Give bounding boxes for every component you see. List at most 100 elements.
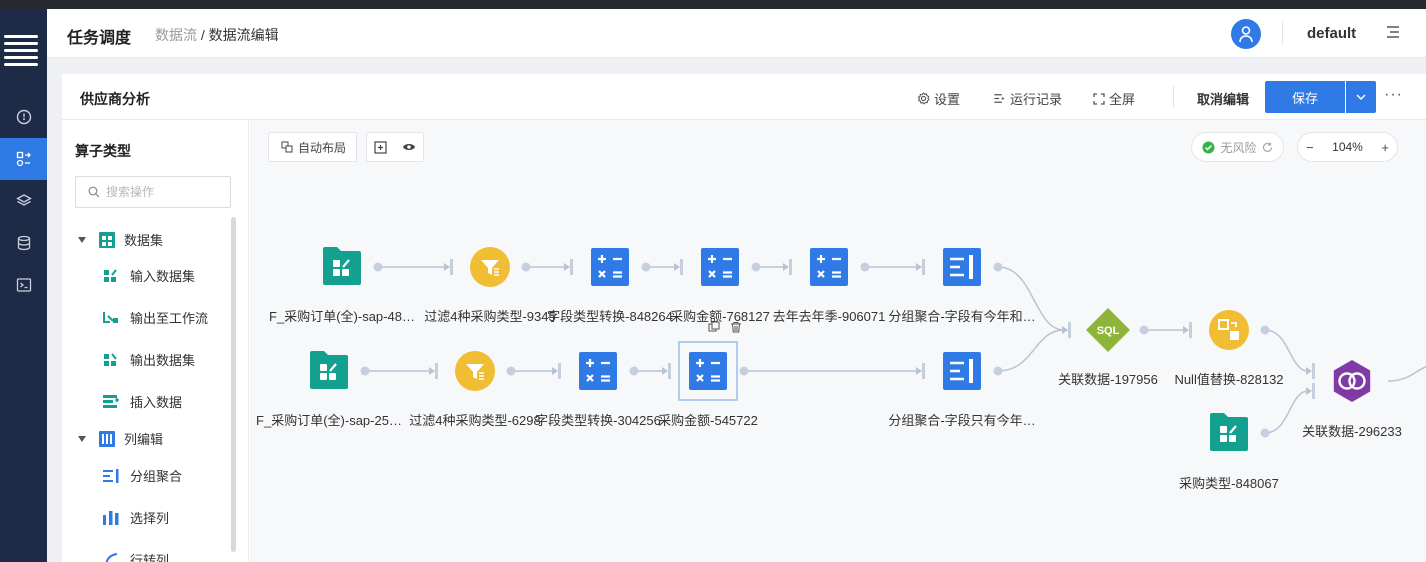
flow-node-filter-icon[interactable] — [454, 350, 496, 392]
edge-end-port[interactable] — [922, 259, 925, 275]
edge-end-port[interactable] — [1068, 322, 1071, 338]
edge-start-port[interactable] — [506, 366, 516, 376]
flow-node-calc-icon[interactable] — [589, 246, 631, 288]
edge-end-port[interactable] — [450, 259, 453, 275]
operator-insert-data[interactable]: 插入数据 — [102, 392, 182, 411]
edge-start-port[interactable] — [751, 262, 761, 272]
flow-node-dataset-icon[interactable] — [308, 349, 350, 391]
edge-start-port[interactable] — [1260, 325, 1270, 335]
edge-end-port[interactable] — [922, 363, 925, 379]
flow-graph: SQL — [308, 245, 1426, 453]
flow-node-calc-icon[interactable] — [577, 350, 619, 392]
input-dataset-icon — [104, 268, 117, 282]
flow-node-dataset-icon[interactable] — [321, 245, 363, 287]
edge-arrow — [552, 367, 558, 375]
edge-start-port[interactable] — [373, 262, 383, 272]
top-header: 任务调度 数据流 / 数据流编辑 default — [47, 9, 1426, 58]
node-label: 关联数据-197956 — [1058, 372, 1158, 387]
flow-title: 供应商分析 — [80, 91, 150, 107]
breadcrumb-current: 数据流编辑 — [208, 27, 279, 43]
flow-node-join-icon[interactable] — [1333, 360, 1371, 402]
fullscreen-button[interactable]: 全屏 — [1093, 89, 1135, 108]
node-label: 采购类型-848067 — [1179, 476, 1279, 491]
flow-node-group-icon[interactable] — [941, 350, 983, 392]
rail-dashboard-icon[interactable] — [0, 96, 47, 138]
edge-end-port[interactable] — [1312, 383, 1315, 399]
header-divider — [1282, 21, 1283, 45]
flow-node-group-icon[interactable] — [941, 246, 983, 288]
operator-output-dataset[interactable]: 输出数据集 — [102, 350, 195, 369]
breadcrumb: 数据流 / 数据流编辑 — [155, 25, 279, 45]
run-records-button[interactable]: 运行记录 — [993, 89, 1062, 108]
operator-group-aggregate[interactable]: 分组聚合 — [102, 466, 182, 485]
select-columns-icon — [103, 510, 119, 525]
edge-end-port[interactable] — [680, 259, 683, 275]
toolbar-divider — [1173, 86, 1174, 108]
edge-start-port[interactable] — [993, 262, 1003, 272]
edge-start-port[interactable] — [521, 262, 531, 272]
operator-output-workflow[interactable]: 输出至工作流 — [102, 308, 208, 327]
edge-end-port[interactable] — [435, 363, 438, 379]
flow-node-calc-icon[interactable] — [699, 246, 741, 288]
edge-arrow — [1062, 326, 1068, 334]
operator-row-to-column[interactable]: 行转列 — [102, 550, 169, 562]
flow-node-replace-icon[interactable] — [1209, 310, 1249, 350]
rail-layers-icon[interactable] — [0, 180, 47, 222]
cancel-edit-button[interactable]: 取消编辑 — [1197, 89, 1249, 108]
edge-arrow — [916, 263, 922, 271]
more-options-button[interactable]: ··· — [1384, 86, 1403, 104]
edge-end-port[interactable] — [1189, 322, 1192, 338]
rail-database-icon[interactable] — [0, 222, 47, 264]
edge-start-port[interactable] — [1260, 428, 1270, 438]
flow-node-dataset-icon[interactable] — [1208, 411, 1250, 453]
user-avatar-icon[interactable] — [1231, 19, 1261, 49]
search-icon — [88, 186, 100, 198]
operator-label: 行转列 — [130, 553, 170, 562]
edge-start-port[interactable] — [641, 262, 651, 272]
node-label: 过滤4种采购类型-9345 — [424, 309, 556, 324]
search-input[interactable] — [106, 185, 216, 199]
edge-arrow — [1183, 326, 1189, 334]
node-label: F_采购订单(全)-sap-48… — [269, 309, 415, 324]
flow-canvas[interactable]: 自动布局 无风险 − 104% + SQL F_采购订单(全)-sap-48… … — [250, 120, 1426, 562]
breadcrumb-separator: / — [197, 27, 209, 43]
edge-start-port[interactable] — [739, 366, 749, 376]
run-records-label: 运行记录 — [1010, 92, 1063, 107]
edge-start-port[interactable] — [993, 366, 1003, 376]
rail-terminal-icon[interactable] — [0, 264, 47, 306]
menu-icon[interactable] — [1385, 24, 1401, 40]
settings-button[interactable]: 设置 — [917, 89, 960, 108]
edge-start-port[interactable] — [629, 366, 639, 376]
save-button[interactable]: 保存 — [1265, 81, 1345, 113]
operator-input-dataset[interactable]: 输入数据集 — [102, 266, 195, 285]
edge-end-port[interactable] — [558, 363, 561, 379]
edge-end-port[interactable] — [789, 259, 792, 275]
user-name[interactable]: default — [1307, 25, 1356, 42]
operator-select-columns[interactable]: 选择列 — [102, 508, 169, 527]
panel-toolbar: 供应商分析 设置 运行记录 全屏 取消编辑 保存 ··· — [62, 74, 1426, 120]
edge-start-port[interactable] — [860, 262, 870, 272]
flow-node-sql-icon[interactable]: SQL — [1086, 308, 1130, 352]
edge-arrow — [674, 263, 680, 271]
flow-node-calc-icon[interactable] — [678, 341, 738, 401]
fullscreen-label: 全屏 — [1109, 92, 1136, 107]
operator-search[interactable] — [75, 176, 231, 208]
edge-end-port[interactable] — [570, 259, 573, 275]
breadcrumb-parent-link[interactable]: 数据流 — [155, 27, 197, 43]
rail-dataflow-icon[interactable] — [0, 138, 47, 180]
node-label: F_采购订单(全)-sap-25… — [256, 413, 402, 428]
flow-node-filter-icon[interactable] — [469, 246, 511, 288]
flow-node-calc-icon[interactable] — [808, 246, 850, 288]
sidebar-scrollbar[interactable] — [231, 217, 236, 552]
output-workflow-icon — [103, 311, 118, 323]
app-logo-icon[interactable] — [4, 35, 38, 71]
edge-start-port[interactable] — [360, 366, 370, 376]
node-label: 分组聚合-字段有今年和… — [888, 309, 1036, 324]
group-column-edit[interactable]: 列编辑 — [78, 429, 163, 448]
edge-start-port[interactable] — [1139, 325, 1149, 335]
edge-end-port[interactable] — [668, 363, 671, 379]
group-dataset[interactable]: 数据集 — [78, 230, 163, 249]
browser-strip — [0, 0, 1426, 9]
save-dropdown-button[interactable] — [1346, 81, 1376, 113]
edge-end-port[interactable] — [1312, 363, 1315, 379]
